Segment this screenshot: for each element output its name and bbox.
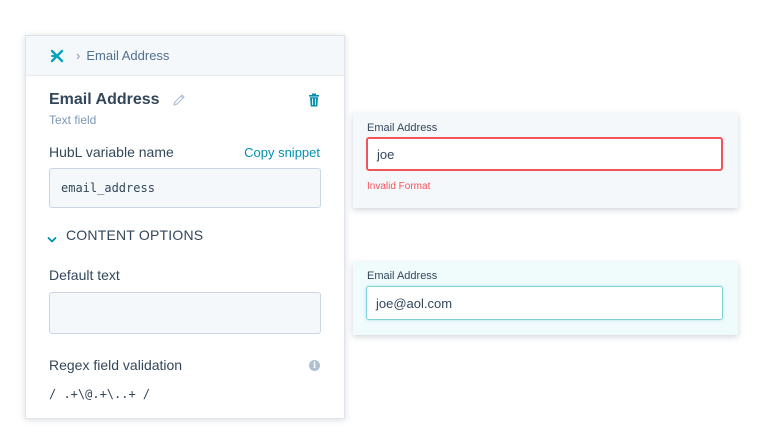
- sprocket-icon[interactable]: [50, 49, 64, 63]
- email-label: Email Address: [367, 122, 438, 134]
- hubl-label: HubL variable name: [49, 144, 174, 160]
- pencil-icon[interactable]: [172, 93, 186, 107]
- chevron-right-icon: ›: [76, 48, 81, 63]
- default-text-input[interactable]: [49, 292, 321, 334]
- field-title-row: Email Address: [49, 89, 320, 111]
- email-field-valid[interactable]: joe@aol.com: [366, 286, 723, 320]
- field-type-label: Text field: [49, 113, 97, 127]
- default-text-label: Default text: [49, 267, 120, 283]
- info-icon[interactable]: i: [309, 359, 320, 371]
- field-title: Email Address: [49, 91, 160, 108]
- breadcrumb: › Email Address: [26, 36, 344, 76]
- copy-snippet-link[interactable]: Copy snippet: [244, 145, 320, 160]
- regex-value[interactable]: / .+\@.+\..+ /: [49, 387, 150, 401]
- preview-valid-card: Email Address joe@aol.com: [353, 262, 738, 335]
- field-editor-panel: › Email Address Email Address Text field…: [25, 35, 345, 419]
- regex-label: Regex field validation: [49, 357, 183, 373]
- hubl-variable-field[interactable]: email_address: [49, 168, 321, 208]
- email-label: Email Address: [367, 270, 438, 282]
- breadcrumb-label[interactable]: Email Address: [86, 48, 169, 63]
- preview-invalid-card: Email Address joe Invalid Format: [353, 113, 738, 208]
- error-message: Invalid Format: [367, 181, 431, 192]
- hubl-row: HubL variable name Copy snippet: [49, 144, 320, 160]
- content-options-label: CONTENT OPTIONS: [66, 227, 204, 243]
- content-options-toggle[interactable]: CONTENT OPTIONS: [47, 227, 203, 243]
- trash-icon[interactable]: [308, 93, 320, 107]
- regex-row: Regex field validation i: [49, 357, 320, 373]
- email-field-invalid[interactable]: joe: [366, 137, 723, 171]
- chevron-down-icon: [47, 231, 57, 243]
